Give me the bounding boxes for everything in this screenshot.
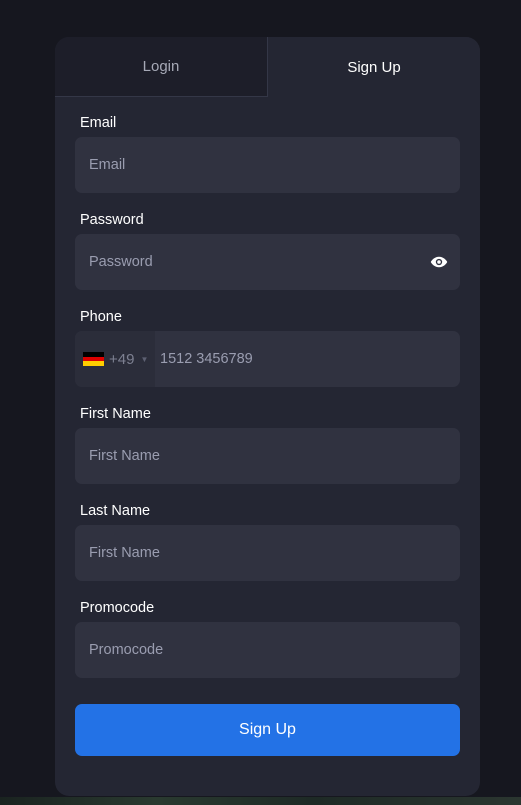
email-field[interactable] [75, 137, 460, 193]
password-field[interactable] [75, 234, 460, 290]
signup-form: Email Password Phone [55, 97, 480, 756]
email-label: Email [80, 115, 117, 131]
first-name-field-wrapper [75, 428, 460, 484]
email-field-wrapper [75, 137, 460, 193]
auth-tabs: Login Sign Up [55, 37, 480, 97]
last-name-field-wrapper [75, 525, 460, 581]
eye-icon[interactable] [430, 255, 448, 269]
first-name-label: First Name [80, 406, 151, 422]
tab-signup[interactable]: Sign Up [268, 37, 480, 97]
country-code-selector[interactable]: +49 ▼ [75, 331, 155, 387]
background-image-strip [0, 797, 521, 805]
germany-flag-icon [83, 352, 104, 367]
last-name-field-group: Last Name [75, 503, 460, 581]
country-dial-code: +49 [109, 350, 135, 368]
phone-field[interactable] [155, 331, 460, 387]
tab-login[interactable]: Login [55, 37, 268, 97]
phone-field-wrapper: +49 ▼ [75, 331, 460, 387]
password-field-group: Password [75, 212, 460, 290]
promocode-label: Promocode [80, 600, 155, 616]
promocode-field[interactable] [75, 622, 460, 678]
first-name-field[interactable] [75, 428, 460, 484]
last-name-field[interactable] [75, 525, 460, 581]
auth-card: Login Sign Up Email Password Phone [55, 37, 480, 796]
password-label: Password [80, 212, 144, 228]
phone-label: Phone [80, 309, 122, 325]
promocode-field-wrapper [75, 622, 460, 678]
first-name-field-group: First Name [75, 406, 460, 484]
password-field-wrapper [75, 234, 460, 290]
caret-down-icon: ▼ [140, 354, 149, 364]
phone-field-group: Phone +49 ▼ [75, 309, 460, 387]
last-name-label: Last Name [80, 503, 151, 519]
promocode-field-group: Promocode [75, 600, 460, 678]
email-field-group: Email [75, 115, 460, 193]
sign-up-button[interactable]: Sign Up [75, 704, 460, 756]
